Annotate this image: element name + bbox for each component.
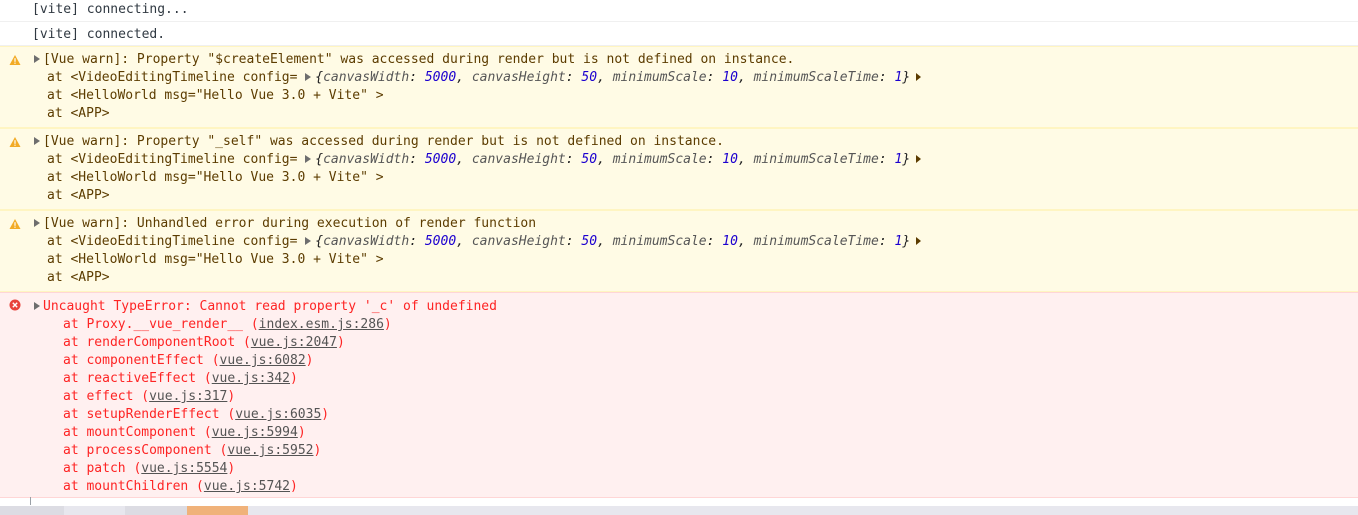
log-text: [vite] connected. — [32, 27, 166, 42]
expand-triangle-icon[interactable] — [305, 237, 312, 245]
expand-triangle-icon[interactable] — [305, 73, 312, 81]
scrollbar-segment — [0, 506, 64, 515]
scrollbar-segment — [125, 506, 187, 515]
config-object[interactable]: {canvasWidth: 5000, canvasHeight: 50, mi… — [315, 70, 910, 85]
expand-triangle-icon[interactable] — [34, 219, 40, 227]
trace-line: at <HelloWorld msg="Hello Vue 3.0 + Vite… — [47, 88, 384, 103]
error-circle-icon — [9, 299, 21, 311]
config-object[interactable]: {canvasWidth: 5000, canvasHeight: 50, mi… — [315, 234, 910, 249]
scrollbar-thumb[interactable] — [187, 506, 248, 515]
horizontal-scrollbar[interactable] — [0, 506, 1358, 515]
stack-frame: at mountComponent ( — [63, 425, 212, 440]
trace-line: at <APP> — [47, 106, 110, 121]
warning-triangle-icon — [9, 55, 21, 65]
chevron-right-icon — [916, 155, 922, 163]
stack-frame: at Proxy.__vue_render__ ( — [63, 317, 259, 332]
error-text: Uncaught TypeError: Cannot read property… — [43, 299, 497, 314]
trace-line: at <HelloWorld msg="Hello Vue 3.0 + Vite… — [47, 252, 384, 267]
stack-frame: at processComponent ( — [63, 443, 228, 458]
log-message: [vite] connected. — [0, 22, 1358, 46]
stack-frame: at patch ( — [63, 461, 142, 476]
chevron-right-icon — [916, 73, 922, 81]
stack-frame: at reactiveEffect ( — [63, 371, 212, 386]
source-link[interactable]: vue.js:342 — [212, 371, 290, 386]
source-link[interactable]: vue.js:5952 — [227, 443, 313, 458]
log-text: [vite] connecting... — [32, 2, 189, 17]
source-link[interactable]: vue.js:5994 — [212, 425, 298, 440]
warning-text: [Vue warn]: Unhandled error during execu… — [43, 216, 537, 231]
trace-line: at <APP> — [47, 188, 110, 203]
warning-text: [Vue warn]: Property "_self" was accesse… — [43, 134, 724, 149]
warning-message[interactable]: [Vue warn]: Property "$createElement" wa… — [0, 46, 1358, 128]
expand-triangle-icon[interactable] — [34, 302, 40, 310]
trace-line: at <VideoEditingTimeline config= — [47, 152, 306, 167]
log-message: [vite] connecting... — [0, 0, 1358, 22]
stack-frame: at componentEffect ( — [63, 353, 220, 368]
error-message[interactable]: Uncaught TypeError: Cannot read property… — [0, 292, 1358, 498]
expand-triangle-icon[interactable] — [34, 137, 40, 145]
source-link[interactable]: vue.js:6035 — [235, 407, 321, 422]
expand-triangle-icon[interactable] — [34, 55, 40, 63]
source-link[interactable]: vue.js:317 — [149, 389, 227, 404]
trace-line: at <VideoEditingTimeline config= — [47, 234, 306, 249]
config-object[interactable]: {canvasWidth: 5000, canvasHeight: 50, mi… — [315, 152, 910, 167]
trace-line: at <HelloWorld msg="Hello Vue 3.0 + Vite… — [47, 170, 384, 185]
trace-line: at <VideoEditingTimeline config= — [47, 70, 306, 85]
devtools-console: [vite] connecting... [vite] connected. [… — [0, 0, 1358, 515]
trace-line: at <APP> — [47, 270, 110, 285]
source-link[interactable]: vue.js:6082 — [220, 353, 306, 368]
warning-message[interactable]: [Vue warn]: Property "_self" was accesse… — [0, 128, 1358, 210]
stack-frame: at renderComponentRoot ( — [63, 335, 251, 350]
stack-frame: at effect ( — [63, 389, 150, 404]
warning-triangle-icon — [9, 137, 21, 147]
console-prompt-caret[interactable] — [30, 497, 31, 505]
source-link[interactable]: vue.js:2047 — [251, 335, 337, 350]
expand-triangle-icon[interactable] — [305, 155, 312, 163]
warning-triangle-icon — [9, 219, 21, 229]
chevron-right-icon — [916, 237, 922, 245]
stack-frame: at mountChildren ( — [63, 479, 204, 494]
source-link[interactable]: vue.js:5742 — [204, 479, 290, 494]
source-link[interactable]: vue.js:5554 — [141, 461, 227, 476]
stack-frame: at setupRenderEffect ( — [63, 407, 236, 422]
warning-text: [Vue warn]: Property "$createElement" wa… — [43, 52, 795, 67]
warning-message[interactable]: [Vue warn]: Unhandled error during execu… — [0, 210, 1358, 292]
source-link[interactable]: index.esm.js:286 — [259, 317, 384, 332]
